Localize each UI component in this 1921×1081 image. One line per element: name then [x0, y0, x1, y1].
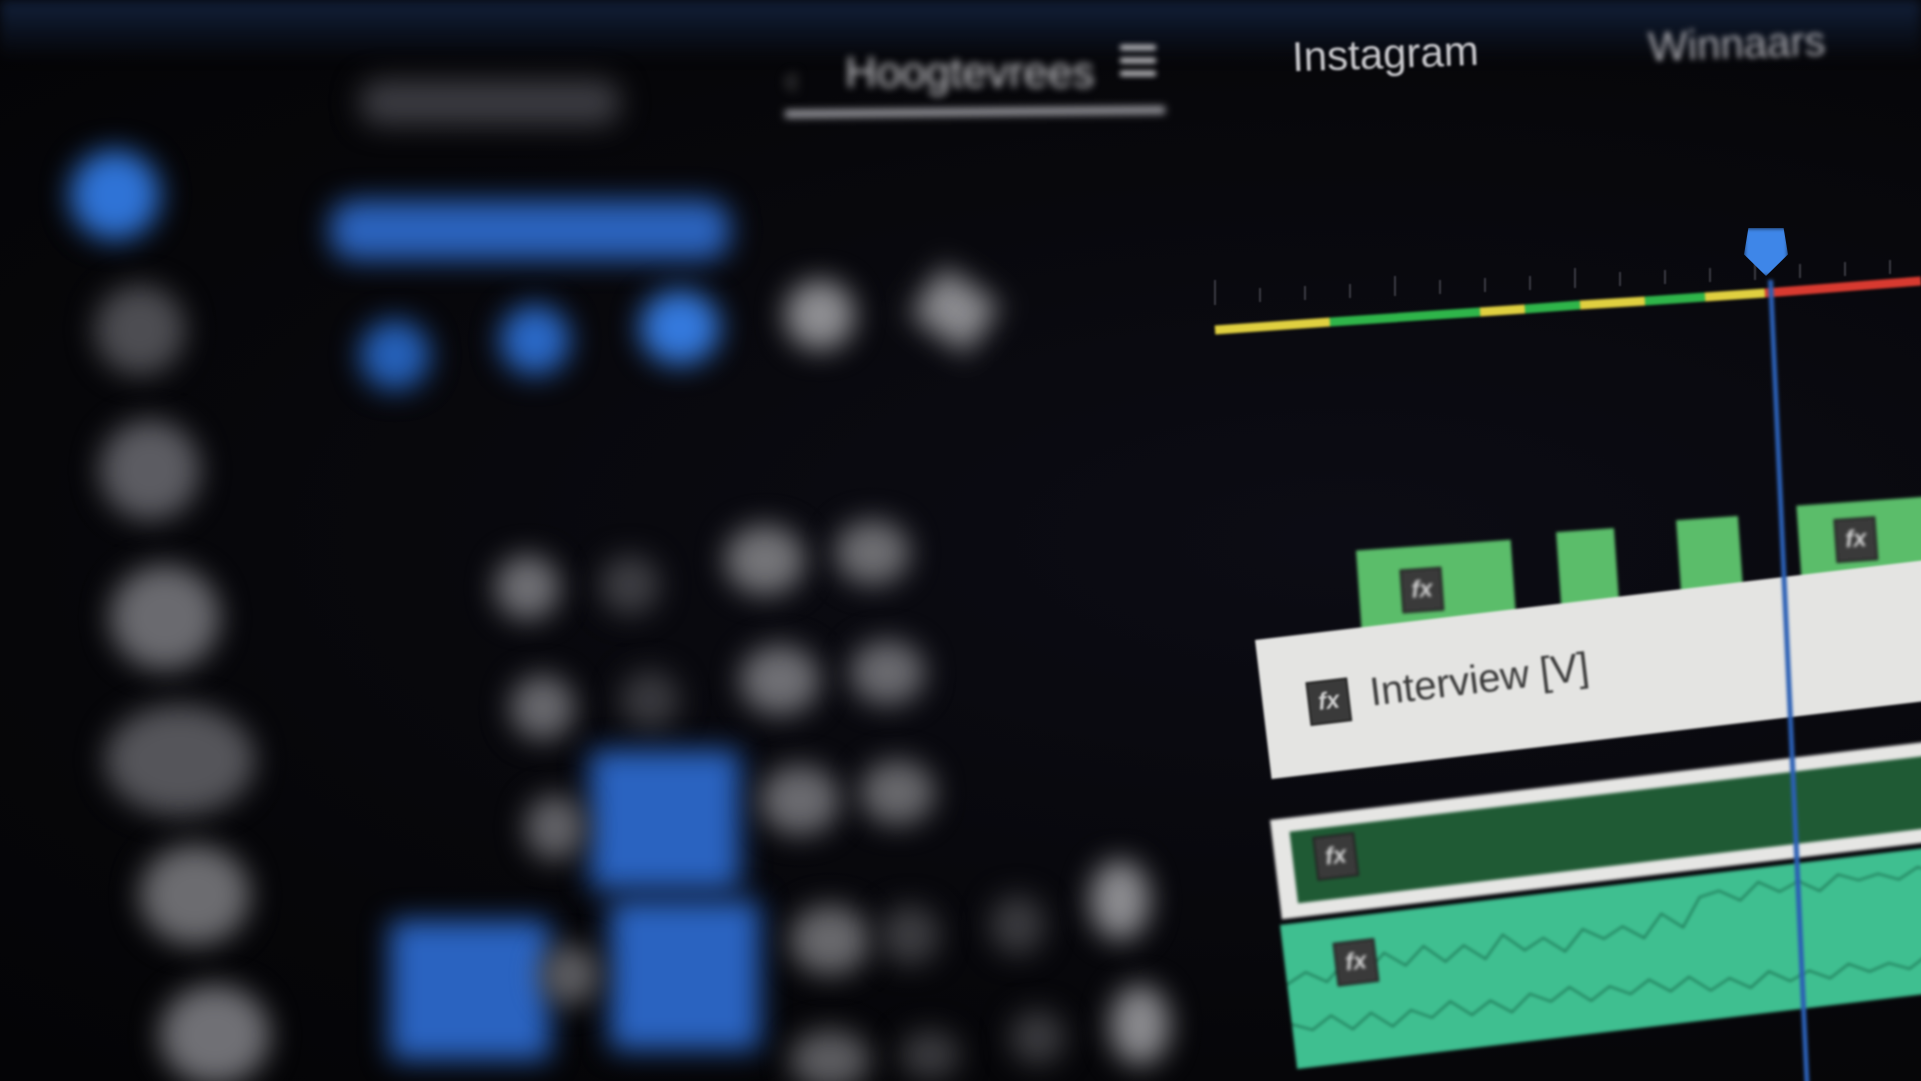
fx-badge: fx: [1312, 832, 1360, 881]
fx-badge: fx: [1332, 937, 1380, 987]
fx-badge: fx: [1399, 566, 1445, 614]
fx-badge: fx: [1305, 677, 1353, 727]
fx-badge: fx: [1833, 516, 1879, 564]
track-label: Interview [V]: [1367, 644, 1592, 715]
timeline-panel: fx fx fx Interview [V] fx fx: [0, 0, 1921, 1081]
premiere-workspace: ‹ Hoogtevrees Instagram Winnaars fx fx f…: [0, 0, 1921, 1081]
